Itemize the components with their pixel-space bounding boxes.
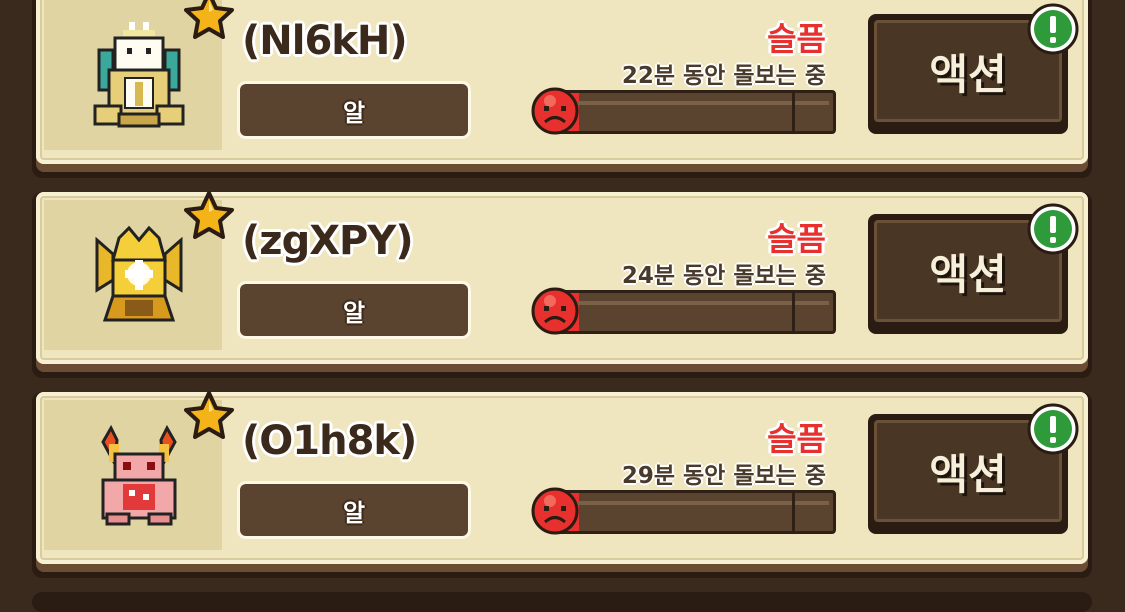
pet-stage-badge: 알: [240, 484, 468, 536]
favorite-star-icon[interactable]: [182, 390, 236, 442]
card-panel: (O1h8k) 알 슬픔 29분 동안 돌보는 중 액션: [36, 390, 1088, 564]
mood-label: 슬픔: [767, 420, 826, 458]
pet-stage-badge: 알: [240, 284, 468, 336]
golden-angel-sprite: [89, 20, 189, 132]
pet-name: (zgXPY): [242, 218, 414, 264]
care-time-text: 22분 동안 돌보는 중: [621, 63, 826, 89]
mood-bar: [554, 290, 836, 334]
pet-card: (Nl6kH) 알 슬픔 22분 동안 돌보는 중 액션: [32, 0, 1092, 178]
pet-card: (O1h8k) 알 슬픔 29분 동안 돌보는 중 액션: [32, 390, 1092, 578]
sad-face-icon: [530, 486, 580, 536]
care-time-text: 29분 동안 돌보는 중: [621, 463, 826, 489]
mood-bar: [554, 90, 836, 134]
sad-face-icon: [530, 86, 580, 136]
card-panel: (zgXPY) 알 슬픔 24분 동안 돌보는 중 액션: [36, 190, 1088, 364]
mood-bar: [554, 490, 836, 534]
sad-face-icon: [530, 286, 580, 336]
mood-label: 슬픔: [767, 220, 826, 258]
favorite-star-icon[interactable]: [182, 190, 236, 242]
pet-name: (O1h8k): [242, 418, 417, 464]
mood-label: 슬픔: [767, 20, 826, 58]
card-panel: (Nl6kH) 알 슬픔 22분 동안 돌보는 중 액션: [36, 0, 1088, 164]
pet-stage-badge: 알: [240, 84, 468, 136]
mood-bar-divider: [792, 93, 795, 131]
mood-bar-divider: [792, 293, 795, 331]
mood-bar-divider: [792, 493, 795, 531]
favorite-star-icon[interactable]: [182, 0, 236, 42]
alert-icon[interactable]: [1026, 402, 1080, 456]
fire-demon-sprite: [89, 420, 189, 532]
alert-icon[interactable]: [1026, 2, 1080, 56]
pet-card-partial: [32, 592, 1092, 612]
care-time-text: 24분 동안 돌보는 중: [621, 263, 826, 289]
alert-icon[interactable]: [1026, 202, 1080, 256]
pet-card: (zgXPY) 알 슬픔 24분 동안 돌보는 중 액션: [32, 190, 1092, 378]
pet-name: (Nl6kH): [242, 18, 408, 64]
golden-crown-sprite: [89, 220, 189, 332]
